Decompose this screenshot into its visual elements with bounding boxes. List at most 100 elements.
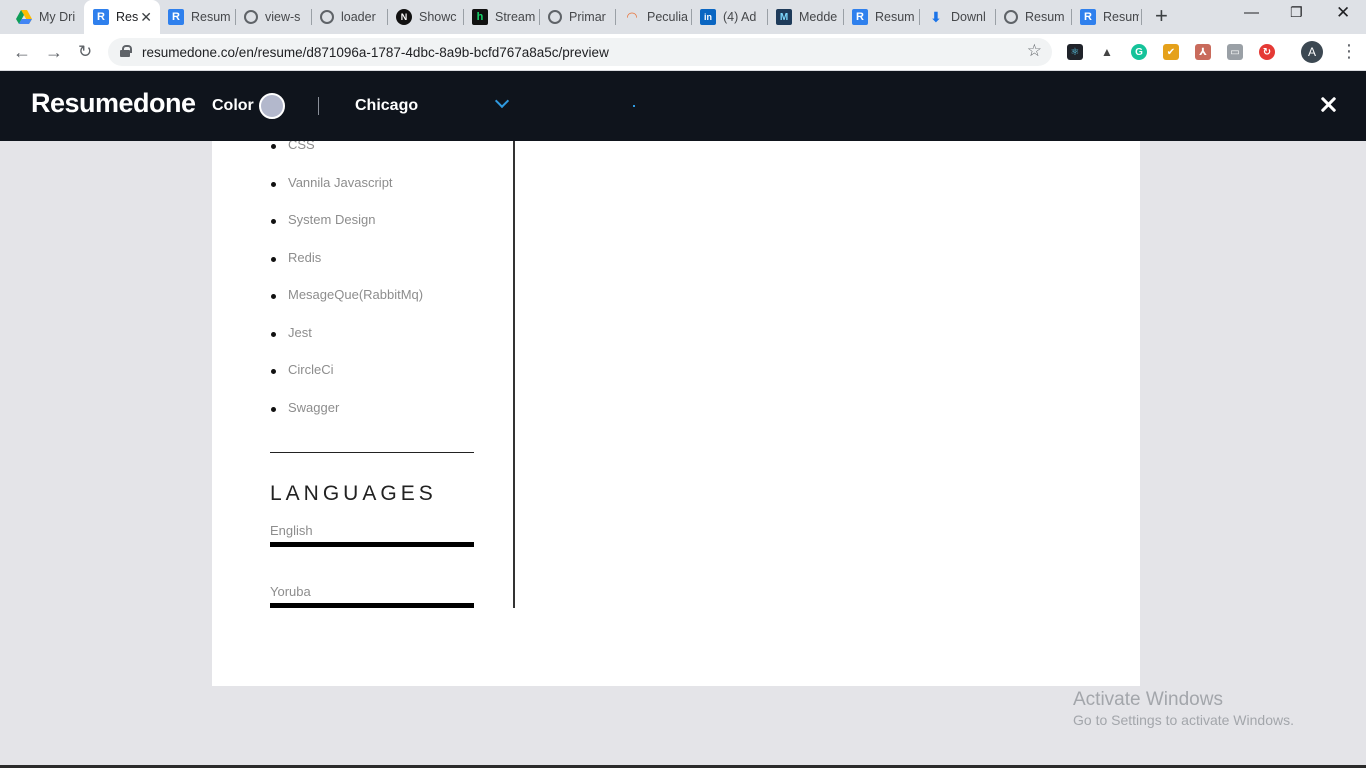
n-icon: N bbox=[396, 9, 412, 25]
language-level-bar bbox=[270, 603, 474, 608]
pdf-extension-icon[interactable]: ⅄ bbox=[1195, 44, 1211, 60]
bookmark-star-icon[interactable]: ☆ bbox=[1027, 41, 1042, 61]
browser-tab[interactable]: view-s bbox=[236, 0, 312, 34]
browser-tab-active[interactable]: R Res ✕ bbox=[84, 0, 160, 34]
url-text[interactable]: resumedone.co/en/resume/d871096a-1787-4d… bbox=[142, 45, 609, 60]
browser-toolbar: ← → ↻ resumedone.co/en/resume/d871096a-1… bbox=[0, 34, 1366, 71]
tab-title: view-s bbox=[265, 10, 301, 24]
bullet-icon bbox=[271, 331, 276, 337]
skill-label: MesageQue(RabbitMq) bbox=[288, 287, 424, 302]
sync-extension-icon[interactable]: ↻ bbox=[1259, 44, 1275, 60]
bullet-icon bbox=[271, 294, 276, 299]
skill-item: Redis bbox=[270, 250, 490, 288]
reload-icon[interactable]: ↻ bbox=[78, 41, 92, 63]
restore-icon[interactable]: ❐ bbox=[1290, 4, 1303, 21]
browser-tab[interactable]: R Resum bbox=[844, 0, 920, 34]
language-item: English bbox=[270, 523, 474, 547]
skill-label: System Design bbox=[288, 212, 376, 227]
tab-title: Primar bbox=[569, 10, 606, 24]
browser-tab[interactable]: Resum bbox=[996, 0, 1072, 34]
brand-logo[interactable]: Resumedone bbox=[31, 88, 196, 119]
tab-title: Resum bbox=[875, 10, 915, 24]
tab-title: Resum bbox=[1025, 10, 1065, 24]
tab-title: Peculia bbox=[647, 10, 688, 24]
loading-dot bbox=[633, 105, 635, 107]
browser-tab[interactable]: ⬇ Downl bbox=[920, 0, 996, 34]
color-label: Color bbox=[212, 97, 254, 114]
drive-icon bbox=[16, 10, 32, 24]
browser-menu-icon[interactable]: ⋮ bbox=[1340, 41, 1358, 61]
linkedin-icon: in bbox=[700, 9, 716, 25]
browser-tab[interactable]: h Stream bbox=[464, 0, 540, 34]
minimize-icon[interactable]: — bbox=[1244, 4, 1259, 21]
skill-item: CircleCi bbox=[270, 362, 490, 400]
resumedone-icon: R bbox=[1080, 9, 1096, 25]
bullet-icon bbox=[271, 181, 276, 187]
close-preview-button[interactable] bbox=[1316, 93, 1340, 117]
card-extension-icon[interactable]: ▭ bbox=[1227, 44, 1243, 60]
tab-title: loader bbox=[341, 10, 376, 24]
bullet-icon bbox=[271, 219, 276, 224]
address-bar[interactable]: resumedone.co/en/resume/d871096a-1787-4d… bbox=[108, 38, 1052, 66]
rainbow-icon: ◠ bbox=[627, 9, 637, 24]
profile-avatar[interactable]: A bbox=[1301, 41, 1323, 63]
browser-tab[interactable]: ◠ Peculia bbox=[616, 0, 692, 34]
globe-icon bbox=[244, 10, 258, 24]
close-tab-icon[interactable]: ✕ bbox=[140, 9, 152, 26]
browser-tab[interactable]: loader bbox=[312, 0, 388, 34]
tab-title: Stream bbox=[495, 10, 536, 24]
resumedone-icon: R bbox=[168, 9, 184, 25]
languages-heading: LANGUAGES bbox=[270, 482, 437, 505]
back-arrow-icon[interactable]: ← bbox=[13, 41, 31, 63]
watermark-title: Activate Windows bbox=[1073, 689, 1223, 710]
tab-title: Resum bbox=[191, 10, 231, 24]
skill-item: System Design bbox=[270, 212, 490, 250]
globe-icon bbox=[320, 10, 334, 24]
bullet-icon bbox=[271, 369, 276, 374]
browser-tab[interactable]: Primar bbox=[540, 0, 616, 34]
new-tab-plus-icon[interactable]: + bbox=[1155, 5, 1168, 27]
app-header: Resumedone Color Chicago bbox=[0, 71, 1366, 141]
browser-tab[interactable]: My Dri bbox=[8, 0, 86, 34]
browser-tab[interactable]: in (4) Ad bbox=[692, 0, 768, 34]
skill-item: Swagger bbox=[270, 400, 490, 438]
checklist-extension-icon[interactable]: ✔ bbox=[1163, 44, 1179, 60]
language-name: English bbox=[270, 523, 313, 538]
react-devtools-icon[interactable]: ⚛ bbox=[1067, 44, 1083, 60]
h-icon: h bbox=[472, 9, 488, 25]
skill-item: MesageQue(RabbitMq) bbox=[270, 287, 490, 325]
browser-tab[interactable]: N Showc bbox=[388, 0, 464, 34]
language-item: Yoruba bbox=[270, 584, 474, 608]
browser-tab[interactable]: R Resum bbox=[1072, 0, 1142, 34]
globe-icon bbox=[1004, 10, 1018, 24]
header-divider bbox=[318, 97, 319, 115]
browser-tabstrip: My Dri R Res ✕ R Resum view-s loader N S… bbox=[0, 0, 1366, 34]
browser-tab[interactable]: R Resum bbox=[160, 0, 236, 34]
triangle-extension-icon[interactable]: ▲ bbox=[1099, 44, 1115, 60]
color-picker-swatch[interactable] bbox=[259, 93, 285, 119]
chevron-down-icon[interactable] bbox=[495, 95, 509, 109]
skills-list: CSS Vannila Javascript System Design Redis M… bbox=[270, 141, 490, 437]
window-close-icon[interactable]: ✕ bbox=[1336, 3, 1350, 23]
tab-title: (4) Ad bbox=[723, 10, 757, 24]
language-name: Yoruba bbox=[270, 584, 311, 599]
skill-item: Vannila Javascript bbox=[270, 175, 490, 213]
forward-arrow-icon[interactable]: → bbox=[45, 41, 63, 63]
skill-label: Jest bbox=[288, 324, 312, 340]
template-select[interactable]: Chicago bbox=[355, 97, 418, 115]
tab-title: Downl bbox=[951, 10, 986, 24]
tab-title: Res bbox=[116, 10, 138, 24]
skill-label: Redis bbox=[288, 249, 322, 265]
tab-title: My Dri bbox=[39, 10, 76, 24]
medde-icon: M bbox=[776, 9, 792, 25]
section-divider bbox=[270, 452, 474, 453]
browser-tab[interactable]: M Medde bbox=[768, 0, 844, 34]
column-divider bbox=[513, 141, 515, 608]
download-icon: ⬇ bbox=[930, 8, 942, 25]
lock-icon bbox=[120, 45, 132, 57]
globe-icon bbox=[548, 10, 562, 24]
skill-label: CSS bbox=[288, 141, 315, 152]
grammarly-icon[interactable]: G bbox=[1131, 44, 1147, 60]
skill-label: CircleCi bbox=[288, 362, 334, 377]
skill-label: Swagger bbox=[288, 399, 340, 415]
